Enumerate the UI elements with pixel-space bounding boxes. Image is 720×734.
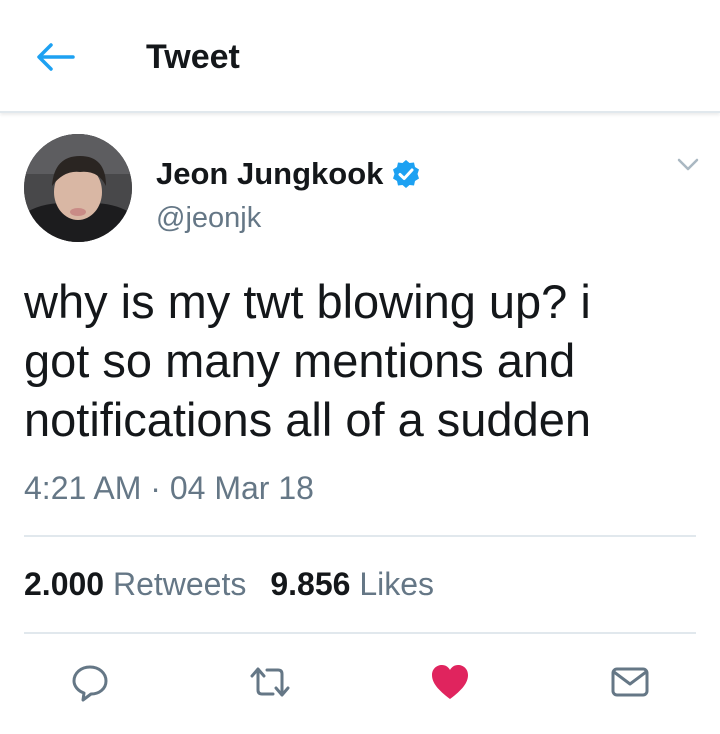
likes-count: 9.856 bbox=[270, 566, 351, 602]
back-button[interactable] bbox=[30, 35, 80, 79]
author-display-name[interactable]: Jeon Jungkook bbox=[156, 156, 421, 192]
author-name-text: Jeon Jungkook bbox=[156, 156, 384, 191]
tweet-timestamp[interactable]: 4:21 AM · 04 Mar 18 bbox=[24, 470, 314, 507]
author-handle[interactable]: @jeonjk bbox=[156, 202, 261, 235]
retweets-label: Retweets bbox=[112, 566, 247, 602]
retweet-button[interactable] bbox=[248, 660, 292, 704]
likes-label: Likes bbox=[359, 566, 435, 602]
verified-badge-icon bbox=[391, 159, 421, 189]
meta-separator: · bbox=[150, 470, 161, 506]
top-bar: Tweet bbox=[0, 0, 720, 113]
tweet-date: 04 Mar 18 bbox=[169, 470, 314, 506]
like-button[interactable] bbox=[428, 660, 472, 704]
share-button[interactable] bbox=[608, 660, 652, 704]
retweet-icon bbox=[250, 667, 290, 697]
retweets-count: 2.000 bbox=[24, 566, 105, 602]
avatar[interactable] bbox=[24, 134, 132, 242]
engagement-stats: 2.000 Retweets 9.856 Likes bbox=[24, 566, 434, 603]
page-title: Tweet bbox=[146, 38, 240, 76]
heart-icon bbox=[432, 665, 468, 699]
reply-icon bbox=[72, 665, 108, 702]
retweets-stat[interactable]: 2.000 Retweets bbox=[24, 566, 246, 602]
likes-stat[interactable]: 9.856 Likes bbox=[270, 566, 434, 602]
avatar-image bbox=[24, 134, 132, 242]
chevron-down-icon bbox=[677, 158, 699, 171]
divider bbox=[24, 535, 696, 537]
tweet-options-button[interactable] bbox=[672, 150, 704, 180]
tweet-time: 4:21 AM bbox=[24, 470, 142, 506]
tweet-text: why is my twt blowing up? i got so many … bbox=[24, 275, 591, 446]
reply-button[interactable] bbox=[68, 660, 112, 704]
arrow-left-icon bbox=[37, 43, 75, 71]
divider bbox=[24, 632, 696, 634]
mail-icon bbox=[611, 667, 649, 697]
